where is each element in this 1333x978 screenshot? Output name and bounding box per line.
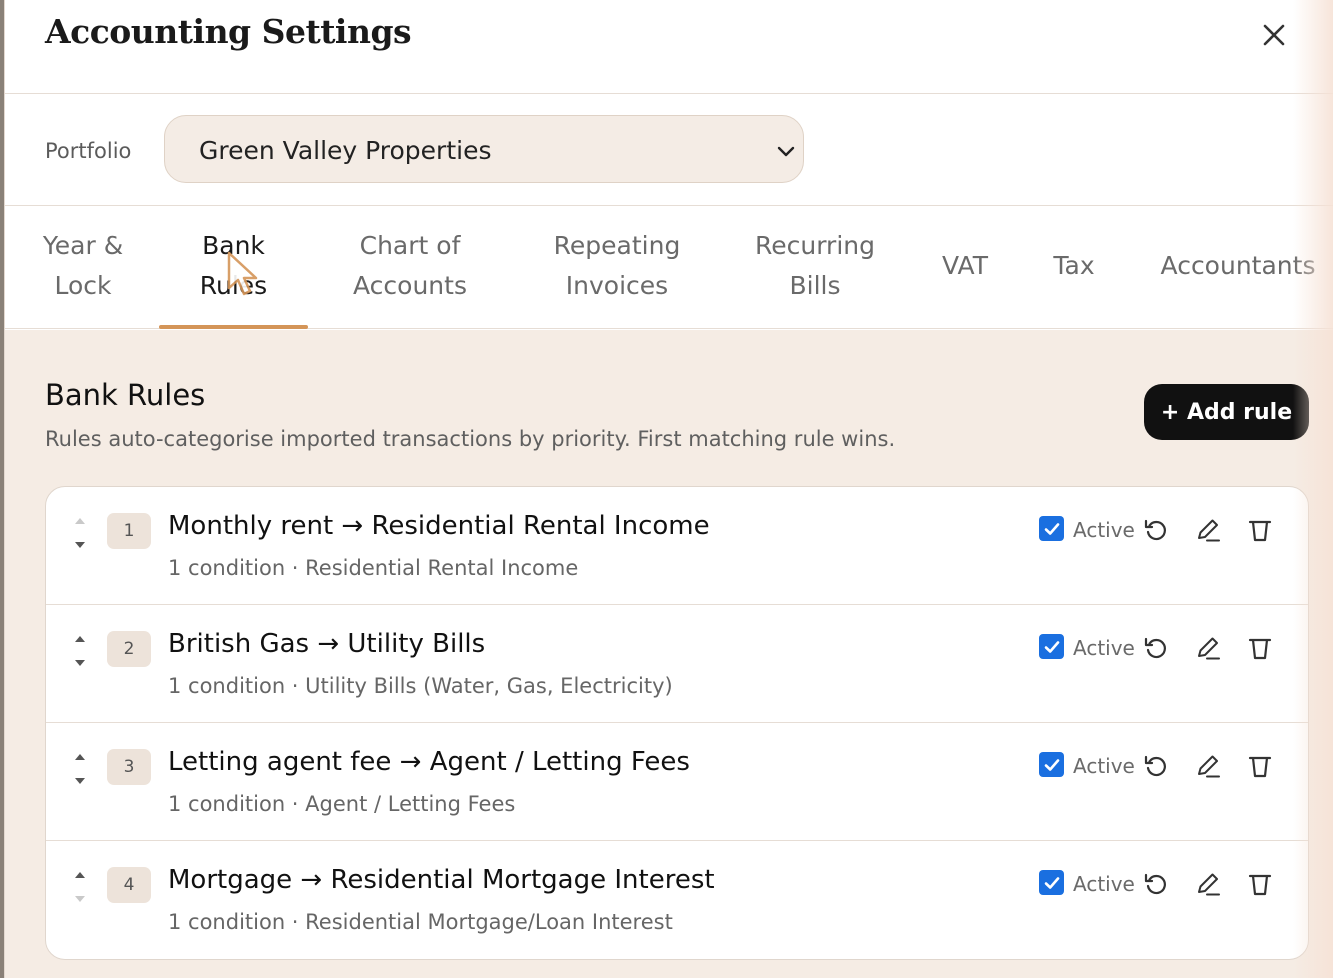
priority-badge: 2 [107, 631, 151, 667]
tab-label-line: Year & [42, 231, 124, 260]
priority-badge: 4 [107, 867, 151, 903]
active-checkbox[interactable] [1039, 870, 1064, 895]
tab-label-line: Lock [54, 271, 112, 300]
edit-button[interactable] [1193, 515, 1223, 545]
move-down-icon[interactable] [72, 775, 88, 789]
checkmark-icon [1044, 758, 1059, 771]
rule-title: British Gas → Utility Bills [168, 629, 486, 659]
reset-button[interactable] [1141, 751, 1171, 781]
undo-icon [1144, 519, 1166, 541]
active-label: Active [1073, 754, 1135, 778]
tab-recurring-bills[interactable]: Recurring Bills [743, 226, 887, 306]
chevron-down-icon [777, 146, 795, 157]
move-down-icon[interactable] [72, 657, 88, 671]
priority-badge: 3 [107, 749, 151, 785]
move-up-icon[interactable] [72, 631, 88, 645]
reset-button[interactable] [1141, 869, 1171, 899]
portfolio-select-value: Green Valley Properties [199, 136, 492, 165]
trash-icon [1248, 638, 1272, 660]
tab-label-line: Recurring [755, 231, 875, 260]
move-up-icon[interactable] [72, 867, 88, 881]
tab-label-line: VAT [942, 251, 988, 280]
checkmark-icon [1044, 522, 1059, 535]
tab-label-line: Bank [202, 231, 265, 260]
trash-icon [1248, 756, 1272, 778]
active-tab-indicator [159, 325, 308, 329]
portfolio-label: Portfolio [45, 139, 132, 163]
tab-label-line: Chart of [359, 231, 461, 260]
section-title: Bank Rules [45, 378, 206, 412]
active-label: Active [1073, 636, 1135, 660]
dialog-title: Accounting Settings [45, 12, 412, 51]
undo-icon [1144, 755, 1166, 777]
trash-icon [1248, 874, 1272, 896]
edit-button[interactable] [1193, 751, 1223, 781]
rule-row: 1 Monthly rent → Residential Rental Inco… [46, 487, 1308, 605]
checkmark-icon [1044, 876, 1059, 889]
active-checkbox[interactable] [1039, 752, 1064, 777]
edit-button[interactable] [1193, 633, 1223, 663]
delete-button[interactable] [1245, 633, 1275, 663]
rule-subtitle: 1 condition · Residential Rental Income [168, 556, 579, 580]
rule-subtitle: 1 condition · Residential Mortgage/Loan … [168, 910, 673, 934]
checkmark-icon [1044, 640, 1059, 653]
tab-label-line: Rules [199, 271, 268, 300]
move-up-icon[interactable] [72, 749, 88, 763]
tab-label-line: Accountants [1160, 251, 1316, 280]
rules-list: 1 Monthly rent → Residential Rental Inco… [45, 486, 1309, 960]
tab-vat[interactable]: VAT [931, 246, 999, 286]
rule-row: 2 British Gas → Utility Bills 1 conditio… [46, 605, 1308, 723]
delete-button[interactable] [1245, 751, 1275, 781]
move-down-icon[interactable] [72, 893, 88, 907]
tab-year-lock[interactable]: Year & Lock [33, 226, 133, 306]
accounting-settings-dialog: Accounting Settings Portfolio Green Vall… [4, 0, 1333, 978]
move-down-icon[interactable] [72, 539, 88, 553]
bank-rules-panel: Bank Rules Rules auto-categorise importe… [5, 330, 1333, 978]
active-checkbox[interactable] [1039, 516, 1064, 541]
reset-button[interactable] [1141, 633, 1171, 663]
tab-tax[interactable]: Tax [1043, 246, 1105, 286]
reset-button[interactable] [1141, 515, 1171, 545]
undo-icon [1144, 637, 1166, 659]
tab-label-line: Invoices [565, 271, 669, 300]
close-button[interactable] [1257, 18, 1291, 52]
rule-title: Mortgage → Residential Mortgage Interest [168, 865, 715, 895]
dialog-header: Accounting Settings [5, 0, 1333, 94]
rule-title: Monthly rent → Residential Rental Income [168, 511, 710, 541]
portfolio-select[interactable]: Green Valley Properties [164, 115, 804, 183]
trash-icon [1248, 520, 1272, 542]
priority-badge: 1 [107, 513, 151, 549]
pencil-icon [1198, 519, 1220, 542]
tab-label-line: Bills [789, 271, 841, 300]
section-subtitle: Rules auto-categorise imported transacti… [45, 427, 896, 451]
edit-button[interactable] [1193, 869, 1223, 899]
pencil-icon [1198, 873, 1220, 896]
settings-tabs: Year & Lock Bank Rules Chart of Accounts… [5, 206, 1333, 329]
tab-label-line: Accounts [353, 271, 467, 300]
rule-title: Letting agent fee → Agent / Letting Fees [168, 747, 690, 777]
move-up-icon[interactable] [72, 513, 88, 527]
active-label: Active [1073, 872, 1135, 896]
tab-accountants[interactable]: Accountants [1155, 246, 1321, 286]
delete-button[interactable] [1245, 869, 1275, 899]
active-label: Active [1073, 518, 1135, 542]
tab-label-line: Tax [1053, 251, 1095, 280]
undo-icon [1144, 873, 1166, 895]
tab-bank-rules[interactable]: Bank Rules [163, 226, 304, 306]
rule-row: 4 Mortgage → Residential Mortgage Intere… [46, 841, 1308, 959]
pencil-icon [1198, 755, 1220, 778]
add-rule-button[interactable]: + Add rule [1144, 384, 1309, 440]
rule-subtitle: 1 condition · Utility Bills (Water, Gas,… [168, 674, 673, 698]
portfolio-row: Portfolio Green Valley Properties [5, 95, 1333, 206]
close-icon [1263, 24, 1285, 46]
rule-subtitle: 1 condition · Agent / Letting Fees [168, 792, 516, 816]
rule-row: 3 Letting agent fee → Agent / Letting Fe… [46, 723, 1308, 841]
pencil-icon [1198, 637, 1220, 660]
active-checkbox[interactable] [1039, 634, 1064, 659]
tab-repeating-invoices[interactable]: Repeating Invoices [541, 226, 693, 306]
tab-chart-of-accounts[interactable]: Chart of Accounts [338, 226, 482, 306]
tab-label-line: Repeating [553, 231, 681, 260]
delete-button[interactable] [1245, 515, 1275, 545]
